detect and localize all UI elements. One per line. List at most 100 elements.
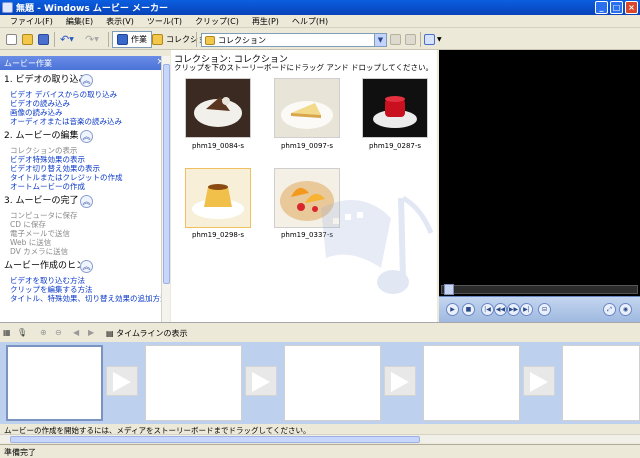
section-edit-movie[interactable]: 2. ムービーの編集 ︽ — [0, 129, 169, 144]
storyboard[interactable] — [0, 342, 640, 424]
movie-tasks-pane: ムービー作業 × 1. ビデオの取り込み ︽ ビデオ デバイスからの取り込み ビ… — [0, 56, 170, 322]
chevron-up-icon[interactable]: ︽ — [80, 130, 93, 143]
collection-pane: コレクション: コレクション クリップを下のストーリーボードにドラッグ アンド … — [171, 50, 437, 322]
menu-bar: ファイル(F) 編集(E) 表示(V) ツール(T) クリップ(C) 再生(P)… — [0, 15, 640, 28]
show-timeline-label: タイムラインの表示 — [116, 329, 188, 338]
next-frame-button[interactable]: ▶| — [520, 303, 533, 316]
section-title: 2. ムービーの編集 — [4, 131, 79, 141]
link-view-effects[interactable]: ビデオ特殊効果の表示 — [0, 155, 169, 164]
menu-clip[interactable]: クリップ(C) — [195, 16, 239, 27]
show-timeline-button[interactable]: ▤ タイムラインの表示 — [106, 328, 188, 339]
view-grid-icon — [424, 34, 435, 45]
arrow-right-icon — [530, 372, 548, 392]
open-project-button[interactable] — [22, 33, 33, 46]
link-import-pictures[interactable]: 画像の読み込み — [0, 108, 169, 117]
toolbar-separator — [420, 32, 421, 47]
scrollbar-thumb[interactable] — [163, 64, 170, 284]
clip-thumbnail[interactable] — [274, 78, 340, 138]
storyboard-frame[interactable] — [6, 345, 103, 421]
storyboard-frame[interactable] — [145, 345, 242, 421]
menu-help[interactable]: ヘルプ(H) — [292, 16, 328, 27]
tasks-button-label: 作業 — [131, 35, 147, 44]
chevron-up-icon[interactable]: ︽ — [80, 195, 93, 208]
chevron-up-icon[interactable]: ︽ — [80, 260, 93, 273]
link-how-to-edit[interactable]: クリップを編集する方法 — [0, 285, 169, 294]
storyboard-frame[interactable] — [562, 345, 640, 421]
play-button[interactable]: ▶ — [446, 303, 459, 316]
zoom-out-icon[interactable]: ⊖ — [55, 328, 62, 337]
section-capture-video[interactable]: 1. ビデオの取り込み ︽ — [0, 73, 169, 88]
menu-tools[interactable]: ツール(T) — [147, 16, 182, 27]
narrate-icon[interactable]: 🎙 — [17, 328, 27, 337]
transition-slot[interactable] — [106, 366, 138, 396]
link-automovie[interactable]: オートムービーの作成 — [0, 182, 169, 191]
menu-view[interactable]: 表示(V) — [106, 16, 134, 27]
pudding-thumbnail — [186, 169, 250, 227]
split-clip-button[interactable]: ⊟ — [538, 303, 551, 316]
previous-frame-button[interactable]: |◀ — [481, 303, 494, 316]
stop-button[interactable]: ■ — [462, 303, 475, 316]
new-collection-button[interactable] — [405, 33, 416, 46]
seek-bar[interactable] — [441, 284, 638, 295]
section-finish-movie[interactable]: 3. ムービーの完了 ︽ — [0, 194, 169, 209]
clip-thumbnail-selected[interactable] — [185, 168, 251, 228]
menu-edit[interactable]: 編集(E) — [66, 16, 93, 27]
save-project-button[interactable] — [38, 33, 49, 46]
clip-thumbnail[interactable] — [185, 78, 251, 138]
storyboard-frame[interactable] — [284, 345, 381, 421]
link-how-to-add-effects[interactable]: タイトル、特殊効果、切り替え効果の追加方法 — [0, 294, 169, 303]
minimize-button[interactable]: _ — [595, 1, 608, 14]
undo-button[interactable]: ↶ ▼ — [60, 33, 74, 46]
arrow-right-icon — [113, 372, 131, 392]
link-send-dv-camera: DV カメラに送信 — [10, 247, 69, 256]
preview-monitor[interactable] — [439, 50, 640, 322]
section-movie-tips[interactable]: ムービー作成のヒント ︽ — [0, 259, 169, 274]
redo-button[interactable]: ↷ ▼ — [85, 33, 99, 46]
rewind-button[interactable]: ◀◀ — [494, 303, 507, 316]
fullscreen-button[interactable]: ⤢ — [603, 303, 616, 316]
transition-slot[interactable] — [523, 366, 555, 396]
rewind-storyboard-icon[interactable]: ◀ — [73, 328, 79, 337]
link-make-titles[interactable]: タイトルまたはクレジットの作成 — [0, 173, 169, 182]
folder-up-icon — [390, 34, 401, 45]
clip-caption: phm19_0097-s — [280, 142, 334, 150]
clip-caption: phm19_0084-s — [191, 142, 245, 150]
link-import-audio[interactable]: オーディオまたは音楽の読み込み — [0, 117, 169, 126]
title-bar[interactable]: 無題 - Windows ムービー メーカー _ □ × — [0, 0, 640, 15]
link-capture-from-device[interactable]: ビデオ デバイスからの取り込み — [0, 90, 169, 99]
menu-file[interactable]: ファイル(F) — [10, 16, 53, 27]
close-button[interactable]: × — [625, 1, 638, 14]
view-options-button[interactable]: ▼ — [424, 33, 442, 46]
zoom-in-icon[interactable]: ⊕ — [40, 328, 47, 337]
cheesecake-thumbnail — [275, 79, 339, 137]
fast-forward-button[interactable]: ▶▶ — [507, 303, 520, 316]
maximize-button[interactable]: □ — [610, 1, 623, 14]
snapshot-button[interactable]: ◉ — [619, 303, 632, 316]
collection-select[interactable]: コレクション ▼ — [201, 33, 387, 47]
link-how-to-capture[interactable]: ビデオを取り込む方法 — [0, 276, 169, 285]
new-folder-icon — [405, 34, 416, 45]
play-storyboard-icon[interactable]: ▶ — [88, 328, 94, 337]
tasks-button[interactable]: 作業 — [112, 31, 152, 48]
link-view-transitions[interactable]: ビデオ切り替え効果の表示 — [0, 164, 169, 173]
chocolate-cake-thumbnail — [186, 79, 250, 137]
new-file-icon — [6, 34, 17, 45]
window-title: 無題 - Windows ムービー メーカー — [16, 4, 168, 14]
tasks-scrollbar[interactable] — [161, 56, 170, 322]
clip-thumbnail[interactable] — [362, 78, 428, 138]
collection-up-button[interactable] — [390, 33, 401, 46]
menu-play[interactable]: 再生(P) — [252, 16, 279, 27]
storyboard-scrollbar[interactable] — [0, 434, 640, 443]
new-project-button[interactable] — [6, 33, 17, 46]
storyboard-frame[interactable] — [423, 345, 520, 421]
chevron-up-icon[interactable]: ︽ — [80, 74, 93, 87]
transition-slot[interactable] — [384, 366, 416, 396]
storyboard-icon[interactable]: ▦ — [3, 328, 11, 337]
link-import-video[interactable]: ビデオの読み込み — [0, 99, 169, 108]
seek-slider-thumb[interactable] — [444, 284, 454, 295]
chevron-down-icon: ▼ — [437, 36, 442, 43]
scrollbar-thumb[interactable] — [10, 436, 420, 443]
toolbar-separator — [108, 32, 109, 47]
chevron-down-icon[interactable]: ▼ — [374, 34, 386, 46]
transition-slot[interactable] — [245, 366, 277, 396]
